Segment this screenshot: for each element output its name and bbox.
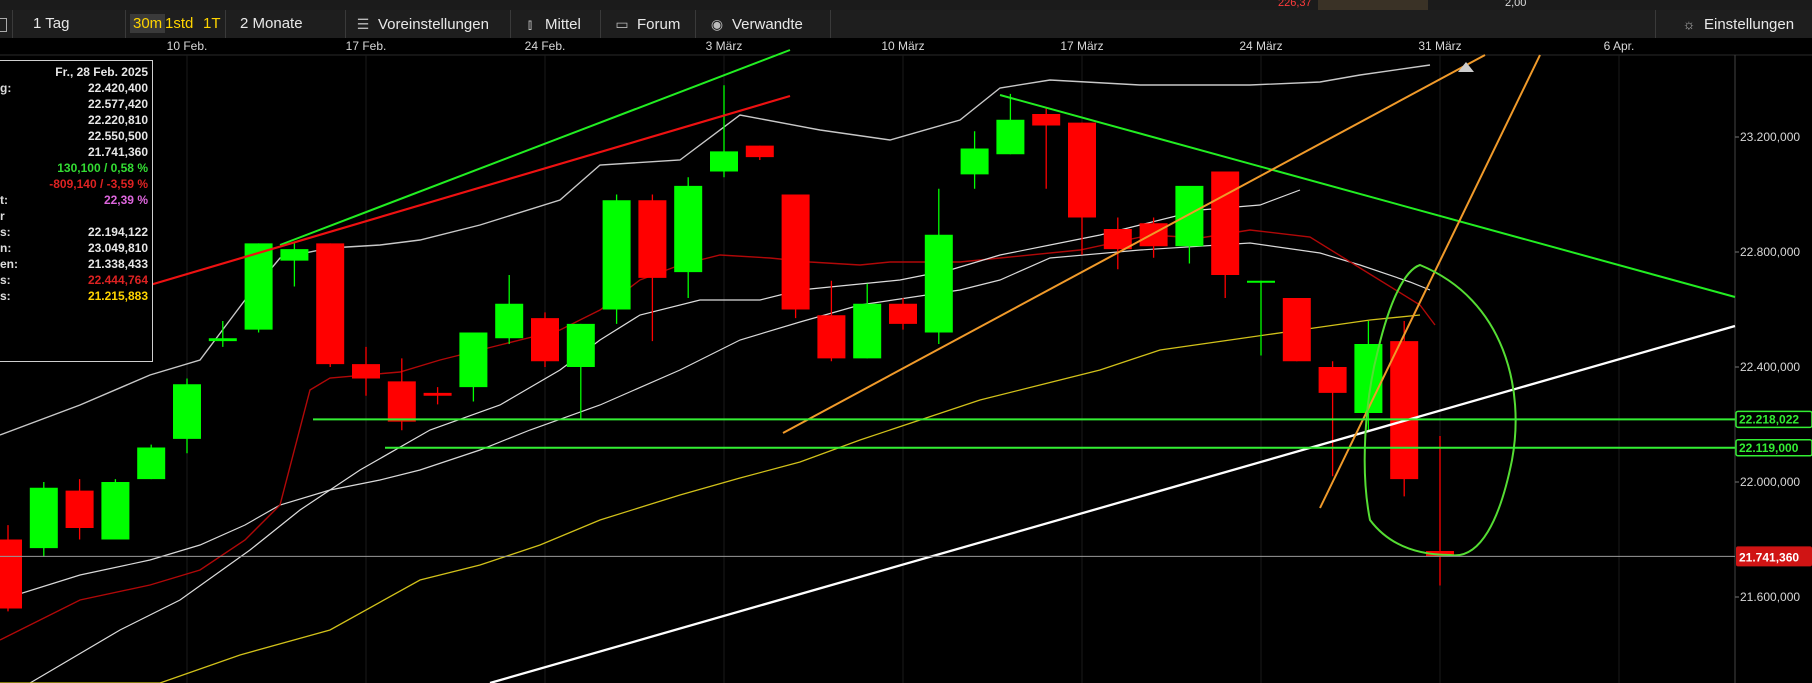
info-label: t: [0, 193, 8, 207]
price-tick-label: 23.200,000 [1740, 130, 1800, 144]
candle-body [495, 303, 524, 339]
price-tick-label: 22.800,000 [1740, 245, 1800, 259]
price-chart[interactable]: 10 Feb. 17 Feb. 24 Feb. 3 März 10 März 17 Mär… [0, 0, 1812, 683]
info-value: 21.741,360 [87, 145, 148, 159]
candle-body [710, 151, 738, 172]
info-value: 22.444,764 [87, 273, 148, 287]
candle-body [853, 303, 882, 359]
price-tick-label: 22.000,000 [1740, 475, 1800, 489]
info-value: 22.220,810 [87, 113, 148, 127]
info-row: g: 22.420,400 [0, 81, 148, 97]
candle-body [280, 249, 309, 261]
info-value: 22.577,420 [87, 97, 148, 111]
info-row: n: 23.049,810 [0, 241, 148, 257]
info-value: 130,100 / 0,58 % [57, 161, 148, 175]
info-row: s: 22.444,764 [0, 273, 148, 289]
info-label: g: [0, 81, 12, 95]
date-tick-label: 6 Apr. [1604, 39, 1635, 53]
candle-body [1103, 229, 1132, 250]
candle-body [1390, 341, 1419, 480]
date-tick-label: 3 März [706, 39, 743, 53]
info-row: Fr., 28 Feb. 2025 [0, 65, 148, 81]
candle-body [638, 200, 667, 278]
candle-body [459, 332, 488, 388]
info-value: 22.194,122 [87, 225, 148, 239]
candle-body [960, 148, 989, 175]
candle-body [566, 323, 595, 367]
info-row: 22.550,500 [0, 129, 148, 145]
info-label: r [0, 209, 5, 223]
info-row: en: 21.338,433 [0, 257, 148, 273]
candle-body [101, 482, 130, 540]
candle-body [674, 185, 703, 273]
candle-body [1139, 223, 1168, 247]
info-value: 21.338,433 [87, 257, 148, 271]
info-value: 22.420,400 [87, 81, 148, 95]
current-price-label-text: 21.741,360 [1739, 550, 1799, 564]
info-value: 22.550,500 [87, 129, 148, 143]
candle-body [817, 315, 846, 359]
candle-body [781, 194, 810, 310]
info-label: s: [0, 289, 11, 303]
date-tick-label: 24 Feb. [525, 39, 566, 53]
info-row: r [0, 209, 148, 225]
plot-background [0, 55, 1812, 683]
candle-body [0, 539, 22, 609]
candle-body [316, 243, 345, 365]
info-value: 22,39 % [103, 193, 148, 207]
candle-body [889, 303, 917, 324]
candle-body [1318, 367, 1347, 393]
price-tick-label: 22.400,000 [1740, 360, 1800, 374]
info-row: t: 22,39 % [0, 193, 148, 209]
candle-body [1068, 122, 1096, 218]
info-value: Fr., 28 Feb. 2025 [55, 65, 148, 79]
level-label-text: 22.218,022 [1739, 412, 1799, 426]
date-tick-label: 24 März [1239, 39, 1282, 53]
info-label: s: [0, 225, 11, 239]
info-value: 23.049,810 [87, 241, 148, 255]
candle-body [29, 487, 58, 549]
candle-body [745, 145, 774, 158]
info-value: 21.215,883 [87, 289, 148, 303]
date-tick-label: 17 März [1060, 39, 1103, 53]
candle-body [1032, 114, 1061, 126]
info-row: s: 22.194,122 [0, 225, 148, 241]
candle-body [531, 318, 559, 362]
info-row: -809,140 / -3,59 % [0, 177, 148, 193]
candle-body [352, 364, 380, 379]
candle-body [1282, 298, 1311, 362]
candle-body [423, 392, 452, 396]
candle-body [996, 119, 1025, 155]
candle-body [602, 200, 631, 310]
date-tick-label: 17 Feb. [346, 39, 387, 53]
level-label-text: 22.119,000 [1739, 441, 1799, 455]
info-label: en: [0, 257, 18, 271]
date-tick-label: 31 März [1418, 39, 1461, 53]
candle-body [137, 447, 166, 480]
candle-body [65, 490, 94, 528]
candle-body [924, 234, 953, 333]
info-row: 21.741,360 [0, 145, 148, 161]
date-tick-label: 10 Feb. [167, 39, 208, 53]
candle-body [1175, 185, 1204, 247]
info-row: 22.220,810 [0, 113, 148, 129]
info-row: 22.577,420 [0, 97, 148, 113]
candle-body [1247, 280, 1275, 283]
candle-body [1211, 171, 1240, 275]
info-label: s: [0, 273, 11, 287]
ohlc-info-box: Fr., 28 Feb. 2025 g: 22.420,400 22.577,420 2… [0, 60, 153, 362]
date-tick-label: 10 März [881, 39, 924, 53]
candle-body [173, 384, 201, 439]
info-value: -809,140 / -3,59 % [49, 177, 148, 191]
info-row: 130,100 / 0,58 % [0, 161, 148, 177]
candle-body [387, 381, 416, 422]
price-tick-label: 21.600,000 [1740, 590, 1800, 604]
candle-body [208, 338, 237, 342]
info-label: n: [0, 241, 12, 255]
info-row: s: 21.215,883 [0, 289, 148, 305]
